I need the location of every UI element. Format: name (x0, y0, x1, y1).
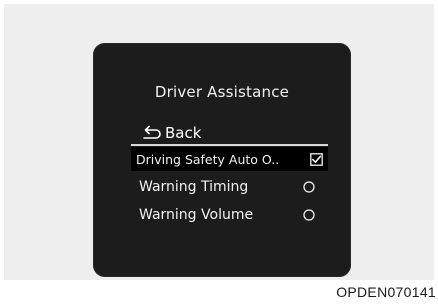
menu-item-label: Warning Timing (139, 179, 249, 195)
checkbox-checked-icon[interactable] (310, 152, 323, 166)
divider (131, 144, 328, 146)
cluster-display: Driver Assistance Back Driving Safety Au… (93, 43, 351, 277)
radio-empty-icon[interactable] (303, 181, 315, 193)
return-arrow-icon (143, 125, 161, 139)
back-button[interactable]: Back (141, 123, 201, 143)
menu-item-label: Warning Volume (139, 207, 254, 223)
back-label: Back (165, 124, 202, 142)
figure-code: OPDEN070141 (336, 284, 436, 300)
menu-item-warning-timing[interactable]: Warning Timing (131, 175, 328, 199)
screen-title: Driver Assistance (154, 83, 290, 101)
menu-item-driving-safety-auto-off[interactable]: Driving Safety Auto O.. (131, 147, 328, 171)
menu-item-warning-volume[interactable]: Warning Volume (131, 203, 328, 227)
radio-empty-icon[interactable] (303, 209, 315, 221)
menu-item-label: Driving Safety Auto O.. (136, 151, 280, 167)
